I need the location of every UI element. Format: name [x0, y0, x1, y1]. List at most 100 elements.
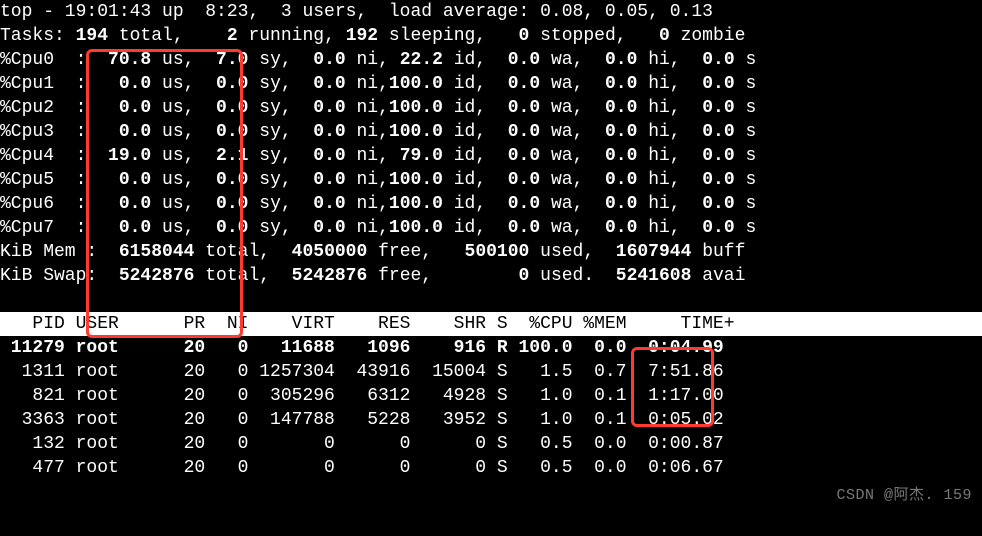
t: wa,: [540, 74, 583, 94]
cpu-wa: 0.0: [486, 122, 540, 142]
t: s: [735, 194, 757, 214]
t: sy,: [248, 146, 291, 166]
t: sy,: [248, 98, 291, 118]
cpu-us: 70.8: [97, 50, 151, 70]
t: ni,: [346, 50, 389, 70]
cpu-row-6: %Cpu6 : 0.0 us, 0.0 sy, 0.0 ni,100.0 id,…: [0, 192, 982, 216]
cpu-wa: 0.0: [486, 194, 540, 214]
t: ni,: [346, 194, 389, 214]
t: total,: [194, 266, 280, 286]
swap-total: 5242876: [108, 266, 194, 286]
cpu-label: %Cpu4 :: [0, 146, 97, 166]
cpu-wa: 0.0: [486, 218, 540, 238]
t: hi,: [637, 50, 680, 70]
proc: 477 root 20 0 0 0 0 S 0.5 0.0 0:06.67: [0, 458, 724, 478]
cpu-ni: 0.0: [292, 218, 346, 238]
cpu-wa: 0.0: [486, 146, 540, 166]
cpu-ni: 0.0: [292, 170, 346, 190]
t: id,: [443, 98, 486, 118]
cpu-sy: 0.0: [194, 98, 248, 118]
process-row-4: 132 root 20 0 0 0 0 S 0.5 0.0 0:00.87: [0, 432, 982, 456]
t: wa,: [540, 50, 583, 70]
proc: 1311 root 20 0 1257304 43916 15004 S 1.5…: [0, 362, 724, 382]
t: id,: [443, 218, 486, 238]
t: free,: [367, 266, 443, 286]
cpu-ni: 0.0: [292, 74, 346, 94]
cpu-ni: 0.0: [292, 98, 346, 118]
process-row-1: 1311 root 20 0 1257304 43916 15004 S 1.5…: [0, 360, 982, 384]
t: hi,: [637, 98, 680, 118]
cpu-hi: 0.0: [583, 50, 637, 70]
t: s: [735, 218, 757, 238]
cpu-si: 0.0: [681, 74, 735, 94]
cpu-us: 0.0: [97, 194, 151, 214]
proc: 132 root 20 0 0 0 0 S 0.5 0.0 0:00.87: [0, 434, 724, 454]
cpu-label: %Cpu1 :: [0, 74, 97, 94]
cpu-sy: 0.0: [194, 74, 248, 94]
cpu-si: 0.0: [681, 170, 735, 190]
cpu-us: 19.0: [97, 146, 151, 166]
t: buff: [691, 242, 745, 262]
t: us,: [151, 122, 194, 142]
t: wa,: [540, 122, 583, 142]
cpu-id: 100.0: [389, 218, 443, 238]
t: us,: [151, 194, 194, 214]
cpu-us: 0.0: [97, 170, 151, 190]
cpu-ni: 0.0: [292, 122, 346, 142]
cpu-id: 100.0: [389, 170, 443, 190]
watermark: CSDN @阿杰. 159: [836, 484, 972, 508]
cpu-row-0: %Cpu0 : 70.8 us, 7.0 sy, 0.0 ni, 22.2 id…: [0, 48, 982, 72]
cpu-us: 0.0: [97, 218, 151, 238]
cpu-si: 0.0: [681, 194, 735, 214]
cpu-wa: 0.0: [486, 74, 540, 94]
t: ni,: [346, 170, 389, 190]
process-row-3: 3363 root 20 0 147788 5228 3952 S 1.0 0.…: [0, 408, 982, 432]
summary-tasks: Tasks: 194 total, 2 running, 192 sleepin…: [0, 24, 982, 48]
t: ni,: [346, 146, 389, 166]
cpu-hi: 0.0: [583, 146, 637, 166]
cpu-id: 79.0: [389, 146, 443, 166]
tasks-running: 2: [205, 26, 237, 46]
t: us,: [151, 170, 194, 190]
mem-free: 4050000: [281, 242, 367, 262]
t: hi,: [637, 146, 680, 166]
cpu-row-1: %Cpu1 : 0.0 us, 0.0 sy, 0.0 ni,100.0 id,…: [0, 72, 982, 96]
cpu-row-5: %Cpu5 : 0.0 us, 0.0 sy, 0.0 ni,100.0 id,…: [0, 168, 982, 192]
summary-line-1: top - 19:01:43 up 8:23, 3 users, load av…: [0, 0, 982, 24]
t: wa,: [540, 170, 583, 190]
cpu-id: 22.2: [389, 50, 443, 70]
t: free,: [367, 242, 443, 262]
cpu-si: 0.0: [681, 98, 735, 118]
t: s: [735, 74, 757, 94]
tasks-zombie: 0: [648, 26, 670, 46]
cpu-id: 100.0: [389, 98, 443, 118]
t: hi,: [637, 170, 680, 190]
process-row-2: 821 root 20 0 305296 6312 4928 S 1.0 0.1…: [0, 384, 982, 408]
cpu-sy: 2.1: [194, 146, 248, 166]
cpu-sy: 0.0: [194, 122, 248, 142]
t: sleeping,: [378, 26, 508, 46]
t: sy,: [248, 74, 291, 94]
cpu-row-3: %Cpu3 : 0.0 us, 0.0 sy, 0.0 ni,100.0 id,…: [0, 120, 982, 144]
mem-row: KiB Mem : 6158044 total, 4050000 free, 5…: [0, 240, 982, 264]
t: wa,: [540, 146, 583, 166]
cpu-ni: 0.0: [292, 194, 346, 214]
t: used.: [529, 266, 605, 286]
cpu-label: %Cpu5 :: [0, 170, 97, 190]
cpu-si: 0.0: [681, 146, 735, 166]
t: s: [735, 170, 757, 190]
t: sy,: [248, 170, 291, 190]
separator: [0, 288, 982, 312]
swap-label: KiB Swap:: [0, 266, 108, 286]
cpu-sy: 7.0: [194, 50, 248, 70]
tasks-stopped: 0: [508, 26, 530, 46]
t: total,: [108, 26, 205, 46]
t: total,: [194, 242, 280, 262]
cpu-label: %Cpu2 :: [0, 98, 97, 118]
t: id,: [443, 146, 486, 166]
cpu-hi: 0.0: [583, 74, 637, 94]
t: us,: [151, 218, 194, 238]
cpu-ni: 0.0: [292, 146, 346, 166]
cpu-id: 100.0: [389, 194, 443, 214]
cpu-us: 0.0: [97, 98, 151, 118]
